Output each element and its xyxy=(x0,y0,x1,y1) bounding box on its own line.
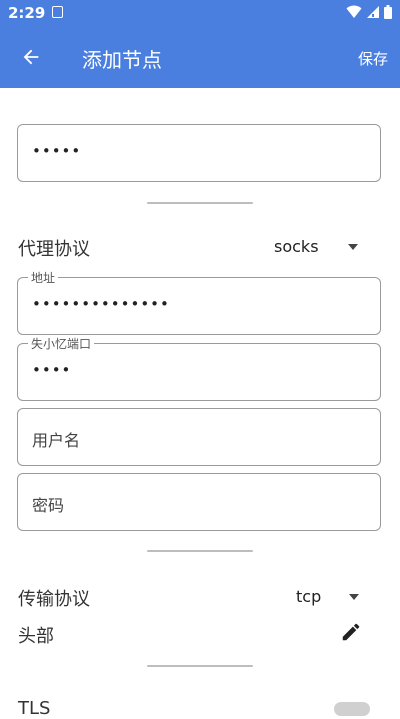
header-label: 头部 xyxy=(18,626,54,647)
proxy-protocol-dropdown[interactable]: socks xyxy=(274,237,358,256)
port-field[interactable]: 失小忆端口 •••• xyxy=(17,335,381,401)
port-value: •••• xyxy=(32,361,72,379)
edit-header-button[interactable] xyxy=(340,621,362,643)
back-button[interactable] xyxy=(14,40,48,74)
port-label: 失小忆端口 xyxy=(28,335,95,352)
status-icons xyxy=(346,5,392,19)
notification-icon xyxy=(52,6,63,18)
username-field[interactable]: 用户名 xyxy=(17,408,381,466)
section-divider xyxy=(147,202,253,204)
pencil-icon xyxy=(342,623,360,641)
tls-label: TLS xyxy=(18,698,51,719)
username-placeholder: 用户名 xyxy=(32,431,81,450)
page-title: 添加节点 xyxy=(82,48,162,72)
wifi-icon xyxy=(346,5,362,18)
proxy-protocol-value: socks xyxy=(274,237,319,256)
dropdown-arrow-icon xyxy=(347,243,358,250)
signal-icon xyxy=(367,6,379,18)
status-time: 2:29 xyxy=(8,4,46,22)
proxy-protocol-label: 代理协议 xyxy=(18,239,90,260)
section-divider xyxy=(147,665,253,667)
transport-protocol-dropdown[interactable]: tcp xyxy=(296,587,360,606)
password-field[interactable]: 密码 xyxy=(17,473,381,531)
remark-field[interactable]: ••••• xyxy=(17,124,381,182)
dropdown-arrow-icon xyxy=(349,593,360,600)
app-bar: 添加节点 保存 xyxy=(0,26,400,88)
battery-icon xyxy=(384,5,392,19)
password-placeholder: 密码 xyxy=(32,496,65,515)
section-divider xyxy=(147,550,253,552)
address-label: 地址 xyxy=(28,269,59,286)
arrow-left-icon xyxy=(23,49,39,65)
save-button[interactable]: 保存 xyxy=(358,48,388,69)
remark-value: ••••• xyxy=(32,142,82,160)
address-value: •••••••••••••• xyxy=(32,295,170,313)
tls-toggle[interactable] xyxy=(334,702,370,716)
address-field[interactable]: 地址 •••••••••••••• xyxy=(17,269,381,335)
status-bar: 2:29 xyxy=(0,0,400,26)
transport-protocol-value: tcp xyxy=(296,587,322,606)
transport-protocol-label: 传输协议 xyxy=(18,589,90,610)
